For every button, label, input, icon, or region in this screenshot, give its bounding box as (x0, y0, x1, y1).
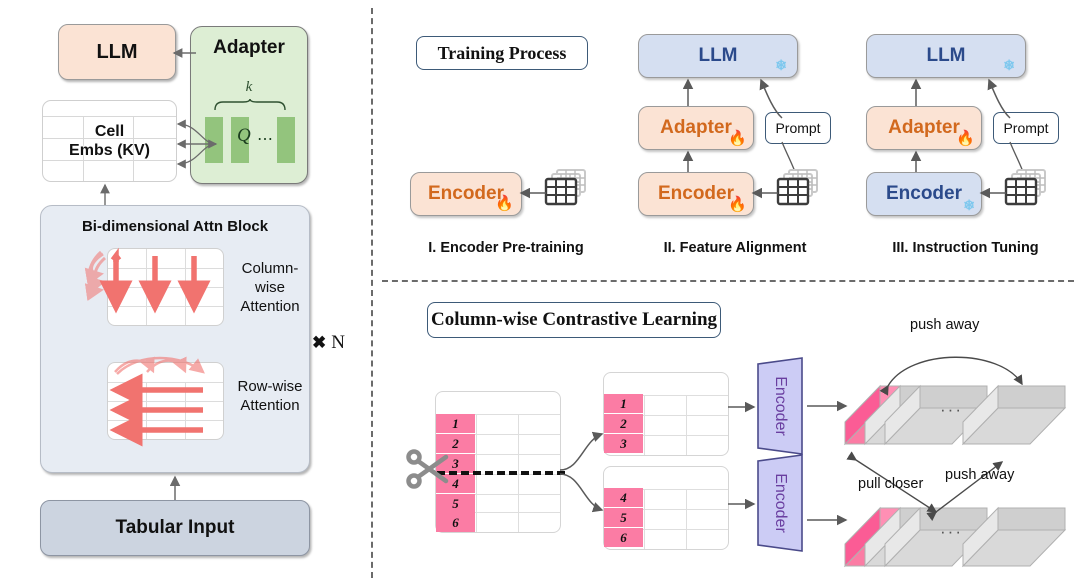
source-cell: 6 (436, 513, 475, 532)
adapter-k-label: k (245, 79, 253, 95)
vertical-divider (371, 8, 373, 578)
push-away-bottom-label: push away (945, 467, 1015, 483)
brace-icon (214, 98, 286, 111)
scissors-icon (406, 449, 449, 489)
split-arrows (559, 431, 604, 513)
embedding-ellipsis-top: ··· (940, 400, 963, 419)
column-attention-arrows (84, 247, 211, 314)
bidimensional-attn-block: Bi-dimensional Attn Block Column-wise At… (40, 205, 310, 473)
fire-icon: 🔥 (495, 195, 514, 212)
source-cell: 1 (436, 414, 475, 433)
repeat-count-label: N (331, 332, 345, 353)
source-cell: 5 (436, 494, 475, 513)
split-bottom-cell: 6 (604, 528, 643, 547)
snowflake-icon: ❄ (963, 197, 975, 213)
embedding-ellipsis-bottom: ··· (940, 522, 963, 541)
fire-icon: 🔥 (728, 196, 747, 213)
query-ellipsis: ⋯ (257, 131, 274, 148)
stage3-arrows (910, 78, 1029, 201)
push-away-top-label: push away (910, 317, 980, 333)
stage1-encoder-box: Encoder 🔥 (410, 172, 522, 216)
attn-block-title: Bi-dimensional Attn Block (81, 218, 269, 235)
horizontal-divider (382, 280, 1074, 282)
row-attention-arrows (109, 356, 205, 447)
stage1-caption: I. Encoder Pre-training (428, 240, 584, 256)
arrow-tables-to-encoder-1 (519, 187, 546, 199)
split-top-cell: 1 (604, 394, 643, 413)
arrow-adapter-to-llm (172, 48, 196, 58)
llm-box-left: LLM (58, 24, 176, 80)
tabular-input-box: Tabular Input (40, 500, 310, 556)
arrow-tables-to-encoder-3 (979, 187, 1006, 199)
encoder-trapezoid-top: Encoder (756, 357, 804, 455)
arrow-split-top-to-encoder (728, 401, 756, 413)
column-attention-label: Column-wise Attention (240, 260, 300, 315)
figure-canvas: LLM Adapter k Q ⋯ Cell Embs (KV) Bi-dime… (0, 0, 1080, 585)
cut-line (437, 471, 565, 475)
stage2-caption: II. Feature Alignment (663, 240, 807, 256)
table-stack-icon (544, 169, 586, 206)
training-process-header: Training Process (416, 36, 588, 70)
multiply-icon: ✖ (312, 333, 327, 352)
adapter-title: Adapter (213, 37, 285, 58)
row-attention-label: Row-wise Attention (237, 378, 303, 414)
pull-closer-label: pull closer (858, 476, 924, 492)
push-away-top-arrow (879, 356, 1023, 396)
query-q-label: Q (237, 125, 251, 146)
arrow-tables-to-encoder-2 (751, 187, 778, 199)
cell-embeddings-label: Cell Embs (KV) (69, 123, 150, 160)
table-stack-icon (776, 169, 818, 206)
stage3-caption: III. Instruction Tuning (892, 240, 1039, 256)
encoder-trapezoid-bottom: Encoder (756, 454, 804, 552)
contrastive-header: Column-wise Contrastive Learning (427, 302, 721, 338)
stage2-arrows (682, 78, 801, 201)
arrow-split-bottom-to-encoder (728, 498, 756, 510)
encoder-bottom-label: Encoder (772, 473, 789, 533)
table-stack-icon (1004, 169, 1046, 206)
query-block (277, 117, 295, 163)
cross-attention-arrows (176, 119, 218, 169)
arrow-input-to-attn (169, 475, 181, 500)
repeat-n-marker: ✖ N (312, 330, 368, 356)
cell-embeddings-table: Cell Embs (KV) (42, 100, 177, 182)
encoder-top-label: Encoder (772, 376, 789, 436)
